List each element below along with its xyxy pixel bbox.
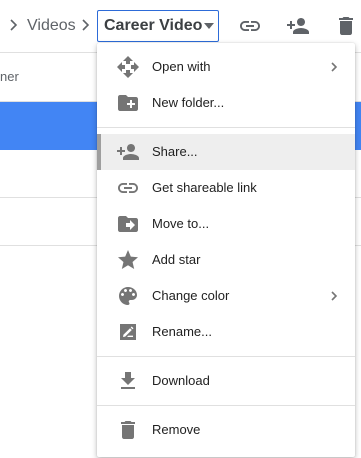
chevron-right-icon: [331, 62, 338, 72]
menu-divider: [97, 405, 355, 406]
move-arrows-icon: [117, 56, 139, 78]
download-icon: [121, 372, 135, 389]
menu-item-label: Move to...: [152, 216, 210, 231]
caret-down-icon: [204, 23, 214, 29]
menu-item-label: New folder...: [152, 95, 225, 110]
menu-item-label: Open with: [152, 59, 211, 74]
new-folder-icon: [118, 95, 138, 111]
rename-icon: [120, 324, 136, 340]
breadcrumb-current-folder[interactable]: Career Video: [97, 10, 219, 42]
menu-item-label: Change color: [152, 288, 230, 303]
menu-item-download[interactable]: Download: [97, 363, 355, 399]
menu-item-move-to[interactable]: Move to...: [97, 206, 355, 242]
menu-item-label: Get shareable link: [152, 180, 257, 195]
breadcrumb-item-videos[interactable]: Videos: [27, 16, 76, 36]
trash-icon[interactable]: [334, 14, 358, 38]
menu-item-rename[interactable]: Rename...: [97, 314, 355, 350]
menu-item-change-color[interactable]: Change color: [97, 278, 355, 314]
chevron-right-icon: [331, 291, 338, 301]
menu-item-get-shareable-link[interactable]: Get shareable link: [97, 170, 355, 206]
add-person-icon[interactable]: [286, 14, 310, 38]
menu-item-label: Download: [152, 373, 210, 388]
link-icon[interactable]: [238, 14, 262, 38]
menu-item-remove[interactable]: Remove: [97, 412, 355, 448]
menu-item-open-with[interactable]: Open with: [97, 49, 355, 85]
menu-item-label: Add star: [152, 252, 201, 267]
column-header-owner[interactable]: ner: [0, 69, 19, 84]
menu-item-add-star[interactable]: Add star: [97, 242, 355, 278]
trash-icon: [121, 421, 135, 439]
move-to-folder-icon: [118, 216, 138, 232]
link-icon: [118, 183, 138, 193]
context-menu: Open with New folder... Share... Get sha…: [97, 43, 355, 457]
add-person-icon: [117, 144, 139, 160]
menu-divider: [97, 356, 355, 357]
menu-item-new-folder[interactable]: New folder...: [97, 85, 355, 121]
palette-icon: [119, 287, 137, 305]
menu-item-label: Rename...: [152, 324, 212, 339]
star-icon: [118, 250, 138, 269]
chevron-right-icon: [82, 19, 90, 31]
menu-item-label: Share...: [152, 144, 198, 159]
drive-window: Videos Career Video ner Open with New fo…: [0, 0, 361, 458]
chevron-right-icon: [10, 19, 18, 31]
menu-item-share[interactable]: Share...: [97, 134, 355, 170]
breadcrumb-current-label: Career Video: [104, 17, 203, 34]
menu-item-label: Remove: [152, 422, 201, 437]
menu-divider: [97, 127, 355, 128]
